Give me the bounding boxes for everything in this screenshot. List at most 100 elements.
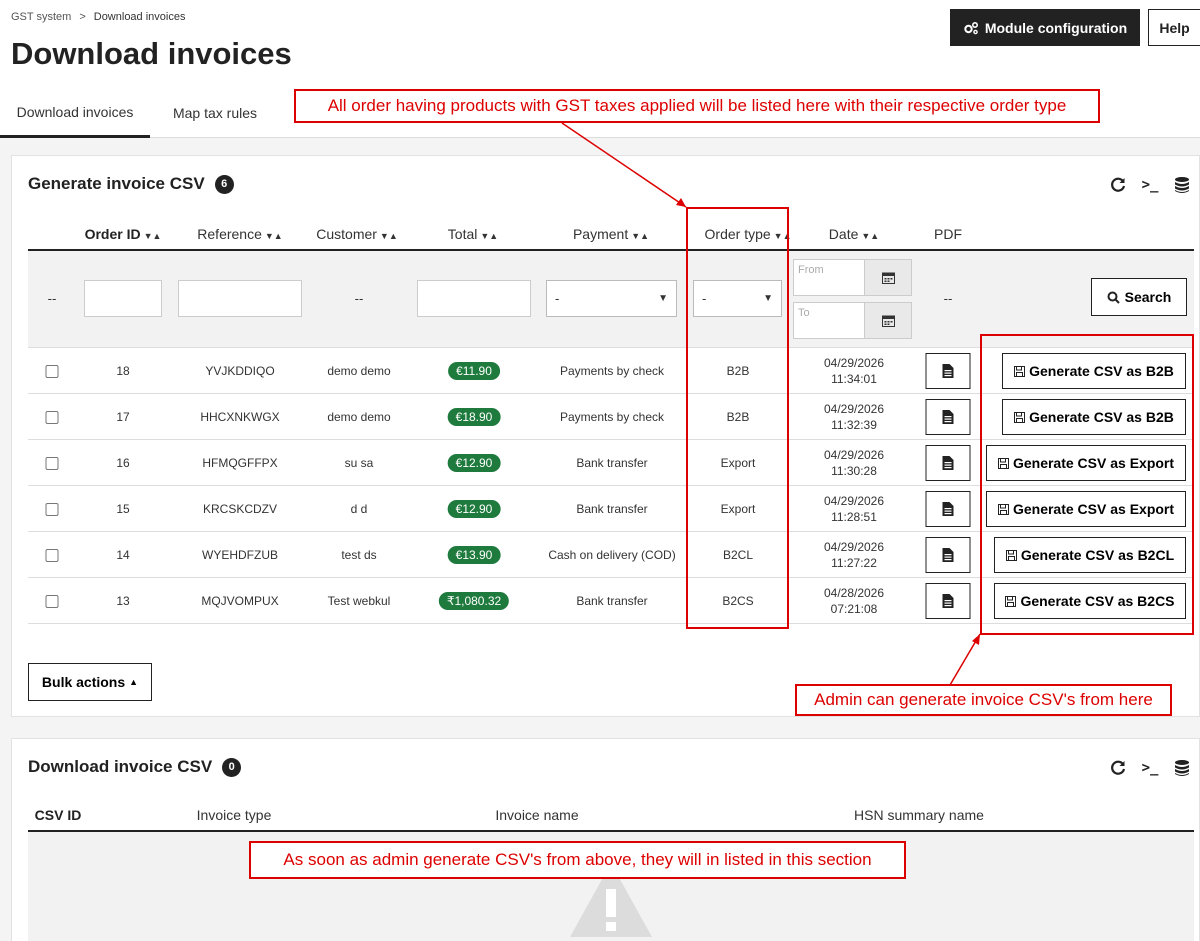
total-filter-input[interactable] (417, 280, 531, 317)
sort-caret-icon[interactable]: ▼▲ (380, 231, 398, 241)
database-icon[interactable] (1171, 757, 1193, 779)
date-cell: 04/29/2026 11:27:22 (824, 532, 884, 578)
search-label: Search (1124, 289, 1172, 305)
breadcrumb-root[interactable]: GST system (11, 11, 71, 23)
pdf-cell (925, 348, 971, 394)
pdf-button[interactable] (925, 353, 971, 389)
row-checkbox[interactable] (45, 456, 59, 470)
download-panel-title: Download invoice CSV 0 (28, 757, 242, 777)
reference-cell: MQJVOMPUX (201, 594, 279, 608)
sort-caret-icon[interactable]: ▼▲ (631, 231, 649, 241)
date-cell: 04/28/2026 07:21:08 (824, 578, 884, 624)
date-value: 04/29/2026 (823, 356, 885, 370)
pdf-button[interactable] (925, 583, 971, 619)
pdf-cell (925, 440, 971, 486)
time-value: 11:30:28 (831, 464, 877, 478)
date-value: 04/29/2026 (823, 540, 885, 554)
download-panel-tools: >_ (1107, 757, 1193, 779)
pdf-button[interactable] (925, 399, 971, 435)
row-checkbox-cell (45, 440, 59, 486)
row-checkbox-cell (45, 348, 59, 394)
file-icon (942, 548, 954, 562)
row-checkbox[interactable] (45, 410, 59, 424)
sort-caret-icon[interactable]: ▼▲ (480, 231, 498, 241)
order-id-cell: 14 (116, 548, 130, 562)
column-order-id[interactable]: Order ID ▼▲ (85, 226, 162, 242)
pdf-button[interactable] (925, 537, 971, 573)
reference-cell: HFMQGFFPX (202, 456, 278, 470)
customer-cell: su sa (344, 456, 374, 470)
tab-map-tax-rules[interactable]: Map tax rules (160, 88, 270, 138)
total-pill: €12.90 (447, 454, 501, 472)
payment-cell: Bank transfer (576, 594, 648, 608)
time-value: 11:28:51 (831, 510, 877, 524)
column-hsn-summary-name: HSN summary name (854, 807, 984, 823)
database-icon[interactable] (1171, 174, 1193, 196)
help-button[interactable]: Help (1148, 9, 1200, 46)
column-customer[interactable]: Customer ▼▲ (316, 226, 398, 242)
search-button[interactable]: Search (1091, 278, 1187, 316)
reference-filter-input[interactable] (178, 280, 302, 317)
column-date[interactable]: Date ▼▲ (829, 226, 879, 242)
bulk-actions-button[interactable]: Bulk actions ▲ (28, 663, 152, 701)
pdf-cell (925, 394, 971, 440)
column-total[interactable]: Total ▼▲ (448, 226, 498, 242)
column-payment[interactable]: Payment ▼▲ (573, 226, 649, 242)
date-from-filter: From (793, 259, 912, 296)
download-panel-title-text: Download invoice CSV (28, 757, 213, 776)
module-configuration-button[interactable]: Module configuration (950, 9, 1140, 46)
breadcrumb-current: Download invoices (93, 11, 186, 23)
pdf-button[interactable] (925, 491, 971, 527)
tab-download-invoices[interactable]: Download invoices (0, 88, 150, 138)
filter-empty: -- (47, 291, 57, 306)
customer-cell: test ds (341, 548, 377, 562)
bulk-actions-label: Bulk actions (41, 674, 126, 690)
time-value: 11:27:22 (831, 556, 877, 570)
date-cell: 04/29/2026 11:28:51 (824, 486, 884, 532)
total-pill: €11.90 (448, 362, 500, 380)
breadcrumb-separator: > (79, 11, 86, 23)
generate-panel-tools: >_ (1107, 174, 1193, 196)
order-type-highlight (686, 207, 789, 629)
reference-cell: KRCSKCDZV (202, 502, 278, 516)
refresh-icon[interactable] (1107, 757, 1129, 779)
terminal-icon[interactable]: >_ (1139, 174, 1161, 196)
row-checkbox[interactable] (45, 502, 59, 516)
column-reference[interactable]: Reference ▼▲ (197, 226, 282, 242)
column-pdf: PDF (934, 226, 962, 242)
generate-panel-title: Generate invoice CSV 6 (28, 174, 234, 194)
calendar-icon[interactable] (865, 259, 912, 296)
column-invoice-name: Invoice name (495, 807, 579, 823)
sort-caret-icon[interactable]: ▼▲ (265, 231, 283, 241)
generate-table-header: Order ID ▼▲ Reference ▼▲ Customer ▼▲ Total ▼… (28, 218, 1194, 251)
refresh-icon[interactable] (1107, 174, 1129, 196)
row-checkbox-cell (45, 394, 59, 440)
date-to-input[interactable]: To (793, 302, 865, 339)
order-id-filter-input[interactable] (84, 280, 162, 317)
file-icon (942, 456, 954, 470)
column-csv-id: CSV ID (34, 807, 82, 823)
date-from-input[interactable]: From (793, 259, 865, 296)
payment-filter-select[interactable]: - ▼ (546, 280, 677, 317)
order-id-cell: 15 (116, 502, 130, 516)
payment-cell: Payments by check (559, 410, 665, 424)
file-icon (942, 594, 954, 608)
order-id-cell: 13 (116, 594, 130, 608)
row-checkbox[interactable] (45, 364, 59, 378)
total-pill: €13.90 (447, 546, 501, 564)
generate-buttons-highlight (980, 334, 1194, 635)
calendar-icon[interactable] (865, 302, 912, 339)
payment-cell: Bank transfer (576, 502, 648, 516)
customer-cell: demo demo (327, 410, 391, 424)
filter-empty: -- (943, 291, 953, 306)
sort-caret-icon[interactable]: ▼▲ (861, 231, 879, 241)
total-cell: €13.90 (447, 532, 501, 578)
pdf-button[interactable] (925, 445, 971, 481)
sort-caret-icon[interactable]: ▼▲ (144, 231, 162, 241)
pdf-cell (925, 486, 971, 532)
terminal-icon[interactable]: >_ (1139, 757, 1161, 779)
row-checkbox[interactable] (45, 594, 59, 608)
chevron-down-icon: ▼ (658, 293, 668, 304)
row-checkbox[interactable] (45, 548, 59, 562)
reference-cell: HHCXNKWGX (200, 410, 280, 424)
